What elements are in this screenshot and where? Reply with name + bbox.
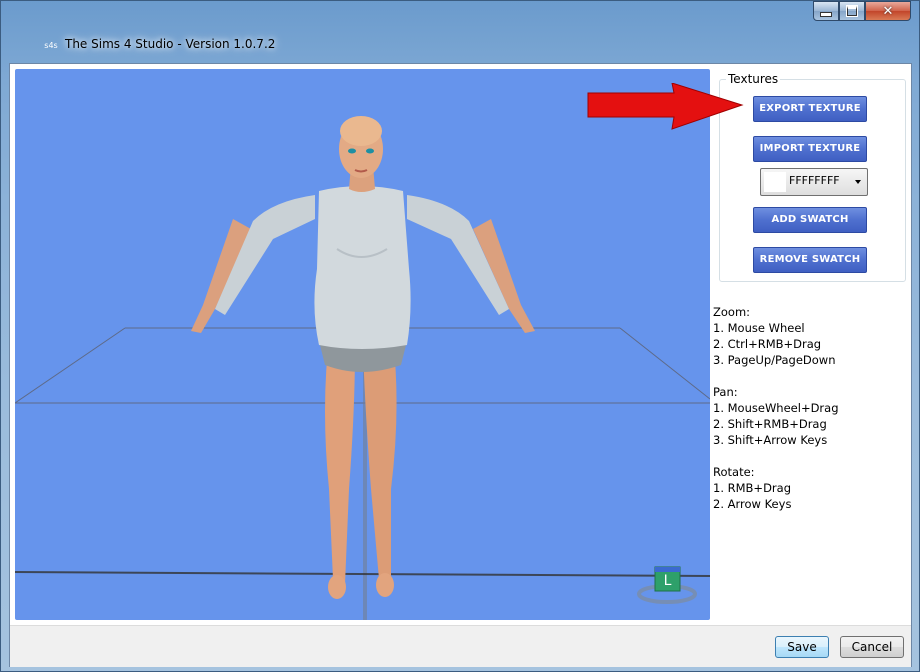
controls-help: Zoom: 1. Mouse Wheel 2. Ctrl+RMB+Drag 3.… (713, 304, 903, 528)
minimize-button[interactable] (813, 1, 839, 21)
window-title: The Sims 4 Studio - Version 1.0.7.2 (65, 37, 276, 51)
gizmo-label: L (663, 573, 672, 589)
close-icon: ✕ (882, 3, 894, 19)
help-item: 1. RMB+Drag (713, 481, 791, 495)
help-item: 1. MouseWheel+Drag (713, 401, 839, 415)
help-rotate-section: Rotate: 1. RMB+Drag 2. Arrow Keys (713, 464, 903, 512)
remove-swatch-button[interactable]: REMOVE SWATCH (753, 247, 867, 273)
client-area: L Textures EXPORT TEXTURE IMPORT TEXTURE… (9, 63, 912, 667)
cancel-button[interactable]: Cancel (840, 636, 904, 658)
help-heading: Pan: (713, 385, 738, 399)
help-item: 2. Arrow Keys (713, 497, 792, 511)
dialog-footer: Save Cancel (10, 625, 911, 667)
color-value: FFFFFFFF (789, 174, 840, 187)
add-swatch-button[interactable]: ADD SWATCH (753, 207, 867, 233)
help-item: 2. Shift+RMB+Drag (713, 417, 827, 431)
help-zoom-section: Zoom: 1. Mouse Wheel 2. Ctrl+RMB+Drag 3.… (713, 304, 903, 368)
close-button[interactable]: ✕ (865, 1, 911, 21)
help-item: 2. Ctrl+RMB+Drag (713, 337, 822, 351)
help-item: 3. PageUp/PageDown (713, 353, 836, 367)
app-window: s4s The Sims 4 Studio - Version 1.0.7.2 … (0, 0, 920, 672)
help-item: 1. Mouse Wheel (713, 321, 805, 335)
chevron-down-icon (855, 180, 861, 184)
floor-line (15, 571, 710, 577)
export-texture-button[interactable]: EXPORT TEXTURE (753, 96, 867, 122)
maximize-button[interactable] (839, 1, 865, 21)
maximize-icon (846, 5, 858, 17)
title-bar[interactable]: s4s The Sims 4 Studio - Version 1.0.7.2 … (1, 1, 919, 63)
help-heading: Zoom: (713, 305, 751, 319)
save-button[interactable]: Save (775, 636, 829, 658)
viewport-scene (15, 116, 710, 620)
help-pan-section: Pan: 1. MouseWheel+Drag 2. Shift+RMB+Dra… (713, 384, 903, 448)
textures-group: Textures EXPORT TEXTURE IMPORT TEXTURE F… (719, 72, 906, 282)
app-icon: s4s (44, 41, 58, 50)
help-heading: Rotate: (713, 465, 755, 479)
import-texture-button[interactable]: IMPORT TEXTURE (753, 136, 867, 162)
red-arrow-icon (587, 83, 744, 130)
3d-viewport[interactable]: L (15, 69, 710, 620)
window-controls: ✕ (813, 1, 911, 21)
help-item: 3. Shift+Arrow Keys (713, 433, 828, 447)
color-dropdown[interactable]: FFFFFFFF (760, 168, 868, 196)
minimize-icon (820, 11, 832, 17)
color-swatch-preview (764, 172, 786, 192)
